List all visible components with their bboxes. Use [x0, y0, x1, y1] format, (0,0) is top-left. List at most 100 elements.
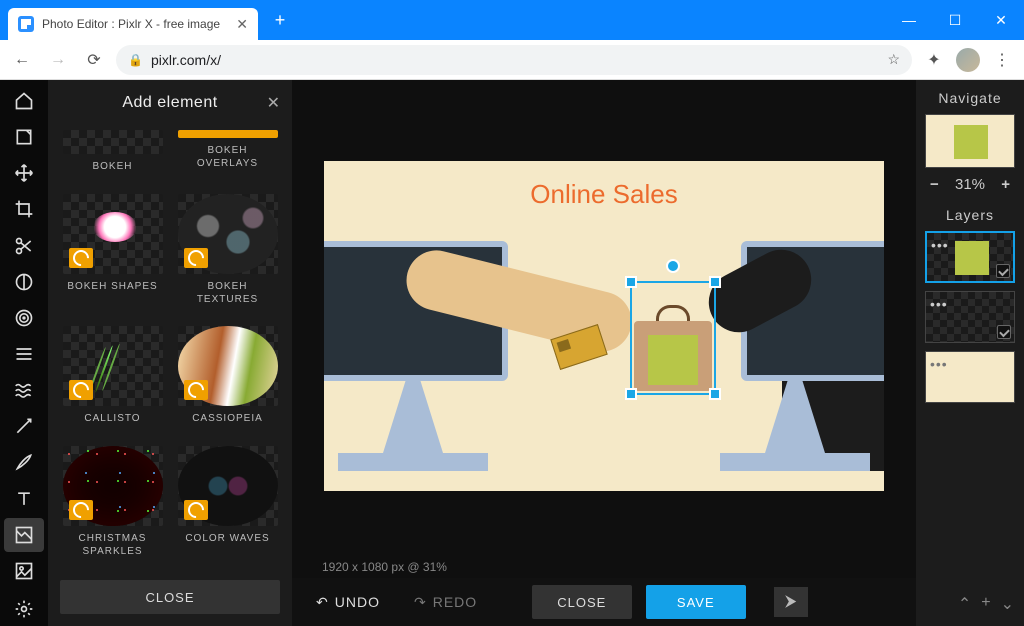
workspace: Online Sales 1920 x 1080 px @ 31% ↶UNDO: [292, 80, 916, 626]
draw-brush-icon[interactable]: [4, 445, 44, 479]
browser-toolbar: ← → ⟳ 🔒 pixlr.com/x/ ☆ ✦ ⋮: [0, 40, 1024, 80]
nav-reload-button[interactable]: ⟳: [80, 46, 108, 74]
profile-avatar[interactable]: [956, 48, 980, 72]
image-layer-icon[interactable]: [4, 554, 44, 588]
window-close-button[interactable]: ✕: [978, 0, 1024, 40]
element-thumb: [63, 194, 163, 274]
undo-label: UNDO: [335, 594, 380, 610]
selection-handle-tr[interactable]: [709, 276, 721, 288]
element-thumb: [63, 326, 163, 406]
undo-button[interactable]: ↶ UNDO: [306, 588, 390, 617]
undo-icon: ↶: [316, 594, 329, 611]
layer-item-shape[interactable]: •••: [925, 231, 1015, 283]
element-thumb: [178, 130, 278, 138]
window-minimize-button[interactable]: —: [886, 0, 932, 40]
retouch-wand-icon[interactable]: [4, 409, 44, 443]
element-item-bokeh-shapes[interactable]: BOKEH SHAPES: [62, 194, 163, 313]
element-label: BOKEH: [92, 160, 132, 173]
canvas[interactable]: Online Sales: [324, 161, 884, 491]
adjust-contrast-icon[interactable]: [4, 265, 44, 299]
layer-more-icon[interactable]: ⌄: [1001, 594, 1014, 614]
close-button[interactable]: CLOSE: [532, 585, 632, 619]
selection-box[interactable]: [630, 281, 716, 395]
selection-rotate-handle[interactable]: [666, 259, 680, 273]
layer-visibility-toggle[interactable]: [996, 264, 1010, 278]
arrange-icon[interactable]: [4, 120, 44, 154]
element-label: CASSIOPEIA: [192, 412, 263, 425]
filter-lines-icon[interactable]: [4, 337, 44, 371]
new-tab-button[interactable]: +: [266, 6, 294, 34]
element-thumb: [63, 130, 163, 154]
redo-icon: ↷: [414, 594, 427, 611]
element-thumb: [178, 194, 278, 274]
canvas-headline-text: Online Sales: [324, 179, 884, 210]
browser-titlebar: Photo Editor : Pixlr X - free image ✕ + …: [0, 0, 1024, 40]
element-item-cassiopeia[interactable]: CASSIOPEIA: [177, 326, 278, 432]
redo-label: REDO: [433, 594, 477, 610]
panel-footer: CLOSE: [48, 568, 292, 626]
element-thumb: [178, 326, 278, 406]
address-bar[interactable]: 🔒 pixlr.com/x/ ☆: [116, 45, 912, 75]
selection-handle-tl[interactable]: [625, 276, 637, 288]
element-label: BOKEH OVERLAYS: [177, 144, 278, 170]
bookmark-star-icon[interactable]: ☆: [887, 51, 900, 68]
element-item-bokeh-textures[interactable]: BOKEH TEXTURES: [177, 194, 278, 313]
layer-item-background[interactable]: •••: [925, 351, 1015, 403]
element-label: BOKEH SHAPES: [67, 280, 157, 293]
save-button[interactable]: SAVE: [646, 585, 746, 619]
layer-menu-icon[interactable]: •••: [931, 237, 949, 253]
zoom-value: 31%: [955, 176, 985, 193]
element-label: COLOR WAVES: [185, 532, 269, 545]
zoom-control: − 31% +: [922, 168, 1018, 201]
layers-list: ••• ••• •••: [922, 231, 1018, 586]
effect-spiral-icon[interactable]: [4, 301, 44, 335]
selection-handle-bl[interactable]: [625, 388, 637, 400]
add-element-tool-icon[interactable]: [4, 518, 44, 552]
element-grid: BOKEH BOKEH OVERLAYS BOKEH SHAPES BOKEH …: [48, 126, 292, 568]
layer-visibility-toggle[interactable]: [997, 325, 1011, 339]
expand-panel-icon[interactable]: ⮞: [774, 587, 808, 617]
browser-tab[interactable]: Photo Editor : Pixlr X - free image ✕: [8, 8, 258, 40]
layer-menu-icon[interactable]: •••: [930, 296, 948, 312]
navigator-thumbnail[interactable]: [925, 114, 1015, 168]
panel-close-button[interactable]: CLOSE: [60, 580, 280, 614]
element-item-bokeh-overlays[interactable]: BOKEH OVERLAYS: [177, 130, 278, 180]
premium-badge-icon: [184, 248, 208, 268]
move-arrows-icon[interactable]: [4, 156, 44, 190]
liquify-waves-icon[interactable]: [4, 373, 44, 407]
settings-gear-icon[interactable]: [4, 592, 44, 626]
canvas-viewport[interactable]: Online Sales: [292, 80, 916, 556]
element-label: BOKEH TEXTURES: [177, 280, 278, 306]
element-item-color-waves[interactable]: COLOR WAVES: [177, 446, 278, 565]
premium-badge-icon: [69, 248, 93, 268]
panel-close-icon[interactable]: ✕: [267, 93, 280, 113]
nav-forward-button: →: [44, 46, 72, 74]
premium-badge-icon: [69, 500, 93, 520]
selection-handle-br[interactable]: [709, 388, 721, 400]
tool-rail: [0, 80, 48, 626]
lock-icon: 🔒: [128, 53, 143, 67]
cutout-scissors-icon[interactable]: [4, 229, 44, 263]
extensions-icon[interactable]: ✦: [920, 46, 948, 74]
window-controls: — ☐ ✕: [886, 0, 1024, 40]
tab-title: Photo Editor : Pixlr X - free image: [42, 17, 228, 31]
text-tool-icon[interactable]: [4, 482, 44, 516]
premium-badge-icon: [184, 380, 208, 400]
layer-collapse-icon[interactable]: ⌃: [958, 594, 971, 614]
home-icon[interactable]: [4, 84, 44, 118]
zoom-in-button[interactable]: +: [995, 176, 1016, 193]
panel-title: Add element: [62, 94, 278, 112]
zoom-out-button[interactable]: −: [924, 176, 945, 193]
browser-menu-icon[interactable]: ⋮: [988, 46, 1016, 74]
window-maximize-button[interactable]: ☐: [932, 0, 978, 40]
nav-back-button[interactable]: ←: [8, 46, 36, 74]
crop-icon[interactable]: [4, 192, 44, 226]
element-item-callisto[interactable]: CALLISTO: [62, 326, 163, 432]
element-item-christmas-sparkles[interactable]: CHRISTMAS SPARKLES: [62, 446, 163, 565]
right-panel: Navigate − 31% + Layers ••• ••• ••• ⌃ + …: [916, 80, 1024, 626]
redo-button: ↷ REDO: [404, 588, 487, 617]
tab-close-icon[interactable]: ✕: [236, 16, 248, 33]
layer-item-text[interactable]: •••: [925, 291, 1015, 343]
element-item-bokeh[interactable]: BOKEH: [62, 130, 163, 180]
add-layer-icon[interactable]: +: [981, 594, 990, 614]
